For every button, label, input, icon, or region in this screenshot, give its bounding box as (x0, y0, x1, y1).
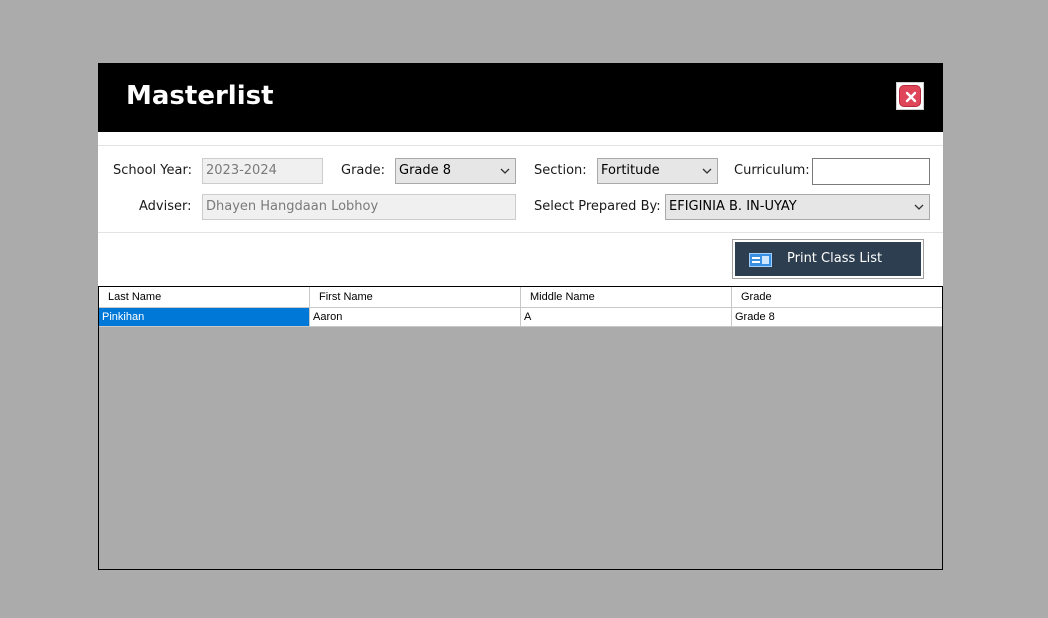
curriculum-input[interactable] (812, 158, 930, 185)
grade-label: Grade: (341, 163, 386, 178)
section-label: Section: (534, 163, 587, 178)
section-dropdown-value: Fortitude (601, 163, 660, 178)
filter-panel: School Year: 2023-2024 Grade: Grade 8 Se… (98, 145, 943, 233)
grade-dropdown-value: Grade 8 (399, 163, 452, 178)
adviser-field: Dhayen Hangdaan Lobhoy (202, 194, 516, 220)
print-button-label: Print Class List (787, 251, 883, 266)
column-header-first-name[interactable]: First Name (310, 287, 521, 307)
column-header-middle-name[interactable]: Middle Name (521, 287, 732, 307)
prepared-by-dropdown[interactable]: EFIGINIA B. IN-UYAY (665, 194, 930, 220)
prepared-by-label: Select Prepared By: (534, 199, 661, 214)
close-icon (899, 85, 921, 107)
cell-first-name[interactable]: Aaron (310, 308, 521, 327)
prepared-by-dropdown-value: EFIGINIA B. IN-UYAY (669, 199, 797, 214)
adviser-label: Adviser: (139, 199, 192, 214)
window-title: Masterlist (126, 81, 274, 111)
grid-header: Last Name First Name Middle Name Grade (99, 287, 942, 308)
close-button[interactable] (896, 82, 924, 110)
column-header-grade[interactable]: Grade (732, 287, 942, 307)
section-dropdown[interactable]: Fortitude (597, 158, 718, 184)
title-bar: Masterlist (98, 63, 943, 132)
cell-last-name[interactable]: Pinkihan (99, 308, 310, 327)
student-grid[interactable]: Last Name First Name Middle Name Grade P… (98, 286, 943, 570)
cell-grade[interactable]: Grade 8 (732, 308, 942, 327)
column-header-last-name[interactable]: Last Name (99, 287, 310, 307)
school-year-label: School Year: (113, 163, 192, 178)
print-class-list-button[interactable]: Print Class List (732, 239, 924, 279)
table-row[interactable]: Pinkihan Aaron A Grade 8 (99, 308, 942, 327)
chevron-down-icon (914, 204, 924, 210)
masterlist-window: Masterlist School Year: 2023-2024 Grade:… (98, 63, 943, 570)
grade-dropdown[interactable]: Grade 8 (395, 158, 516, 184)
print-button-face: Print Class List (735, 242, 921, 276)
chevron-down-icon (500, 168, 510, 174)
curriculum-label: Curriculum: (734, 163, 810, 178)
chevron-down-icon (702, 168, 712, 174)
cell-middle-name[interactable]: A (521, 308, 732, 327)
id-card-icon (749, 253, 772, 267)
school-year-field: 2023-2024 (202, 158, 323, 184)
